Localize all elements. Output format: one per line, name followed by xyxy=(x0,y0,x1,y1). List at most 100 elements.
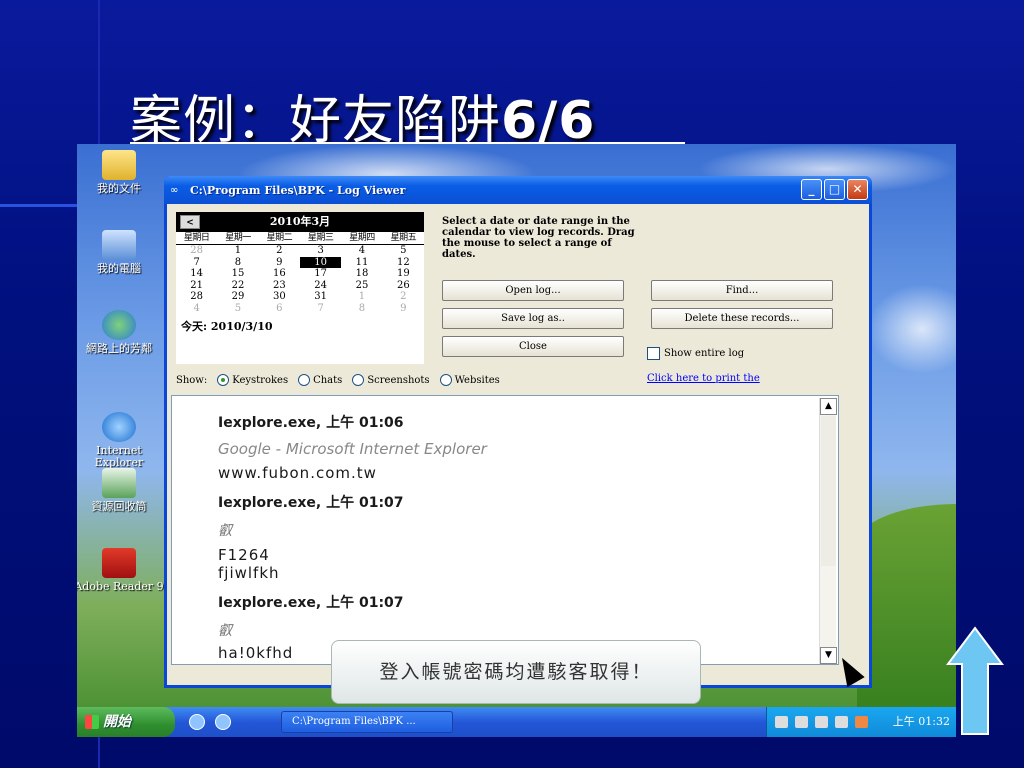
checkbox-box[interactable] xyxy=(647,347,660,360)
adobe-reader-icon xyxy=(102,548,136,578)
calendar-day[interactable]: 4 xyxy=(176,303,217,315)
calendar-day[interactable]: 24 xyxy=(300,280,341,292)
cloud xyxy=(867,284,956,374)
calendar-day[interactable]: 30 xyxy=(259,291,300,303)
radio-dot[interactable] xyxy=(439,374,452,386)
calendar-day[interactable]: 22 xyxy=(217,280,258,292)
calendar-day[interactable]: 25 xyxy=(341,280,382,292)
calendar-day[interactable]: 3 xyxy=(300,245,341,257)
desktop-icon-adobe-reader[interactable]: Adobe Reader 9 xyxy=(77,548,164,593)
calendar-day[interactable]: 17 xyxy=(300,268,341,280)
calendar-day[interactable]: 14 xyxy=(176,268,217,280)
antivirus-icon[interactable] xyxy=(855,716,868,728)
maximize-button[interactable]: □ xyxy=(824,179,845,200)
instructions-text: Select a date or date range in the calen… xyxy=(442,216,635,260)
calendar-day[interactable]: 29 xyxy=(217,291,258,303)
calendar-header: < 2010年3月 xyxy=(176,212,424,232)
desktop-icon-my-computer[interactable]: 我的電腦 xyxy=(77,230,164,275)
calendar-day[interactable]: 11 xyxy=(341,257,382,269)
calendar-day[interactable]: 10 xyxy=(299,256,342,268)
radio-dot[interactable] xyxy=(217,374,230,386)
calendar-day[interactable]: 8 xyxy=(341,303,382,315)
log-line: Google - Microsoft Internet Explorer xyxy=(218,440,487,458)
radio-dot[interactable] xyxy=(352,374,365,386)
radio-screenshots[interactable]: Screenshots xyxy=(352,374,430,386)
browser-quicklaunch-icon[interactable] xyxy=(215,714,231,730)
taskbar: 開始 C:\Program Files\BPK ... 上午 01:32 xyxy=(77,707,956,737)
desktop-icon-my-documents[interactable]: 我的文件 xyxy=(77,150,164,195)
calendar-day[interactable]: 7 xyxy=(176,257,217,269)
calendar-day[interactable]: 8 xyxy=(217,257,258,269)
calendar-day[interactable]: 16 xyxy=(259,268,300,280)
calendar: < 2010年3月 星期日 星期一 星期二 星期三 星期四 星期五 28 1 2 3 4 5 7 8 9 10… xyxy=(176,212,424,364)
folder-icon xyxy=(102,150,136,180)
screenshot: 我的文件 我的電腦 網路上的芳鄰 Internet Explorer 資源回收筒… xyxy=(77,144,956,737)
calendar-day[interactable]: 28 xyxy=(176,245,217,257)
close-window-button[interactable]: ✕ xyxy=(847,179,868,200)
taskbar-item-log-viewer[interactable]: C:\Program Files\BPK ... xyxy=(281,711,453,733)
window-titlebar[interactable]: ∞ C:\Program Files\BPK - Log Viewer _ □ … xyxy=(164,176,872,204)
delete-records-button[interactable]: Delete these records... xyxy=(651,308,833,329)
scroll-thumb[interactable] xyxy=(821,416,836,566)
show-entire-log-checkbox[interactable]: Show entire log xyxy=(647,347,744,360)
keyboard-icon[interactable] xyxy=(775,716,788,728)
desktop-icon-network[interactable]: 網路上的芳鄰 xyxy=(77,310,164,355)
calendar-prev-button[interactable]: < xyxy=(180,215,200,229)
print-link[interactable]: Click here to print the xyxy=(647,373,760,384)
start-button[interactable]: 開始 xyxy=(77,707,175,737)
calendar-day[interactable]: 1 xyxy=(341,291,382,303)
calendar-day[interactable]: 18 xyxy=(341,268,382,280)
log-viewer-window: ∞ C:\Program Files\BPK - Log Viewer _ □ … xyxy=(164,176,872,688)
network-tray-icon[interactable] xyxy=(795,716,808,728)
calendar-day[interactable]: 2 xyxy=(259,245,300,257)
calendar-month-label: 2010年3月 xyxy=(269,215,331,228)
safely-remove-icon[interactable] xyxy=(815,716,828,728)
calendar-day[interactable]: 21 xyxy=(176,280,217,292)
radio-websites[interactable]: Websites xyxy=(439,374,500,386)
log-output[interactable]: Iexplore.exe, 上午 01:06 Google - Microsof… xyxy=(171,395,839,665)
calendar-day[interactable]: 1 xyxy=(217,245,258,257)
calendar-day[interactable]: 5 xyxy=(383,245,424,257)
calendar-day[interactable]: 6 xyxy=(259,303,300,315)
calendar-day[interactable]: 12 xyxy=(383,257,424,269)
scroll-up-arrow-icon[interactable]: ▲ xyxy=(820,398,837,415)
calendar-day[interactable]: 15 xyxy=(217,268,258,280)
calendar-weekday: 星期二 xyxy=(258,232,300,245)
calendar-day[interactable]: 9 xyxy=(383,303,424,315)
calendar-day[interactable]: 2 xyxy=(383,291,424,303)
log-line: Iexplore.exe, 上午 01:07 xyxy=(218,495,404,511)
desktop-icon-recycle-bin[interactable]: 資源回收筒 xyxy=(77,468,164,513)
open-log-button[interactable]: Open log... xyxy=(442,280,624,301)
taskbar-clock[interactable]: 上午 01:32 xyxy=(893,707,950,737)
show-filter: Show: Keystrokes Chats Screenshots Websi… xyxy=(176,374,500,386)
log-line: 叡 xyxy=(218,523,232,539)
log-scrollbar[interactable]: ▲ ▼ xyxy=(819,398,837,664)
calendar-day[interactable]: 5 xyxy=(217,303,258,315)
calendar-today[interactable]: 今天: 2010/3/10 xyxy=(176,318,424,334)
radio-dot[interactable] xyxy=(298,374,311,386)
app-icon: ∞ xyxy=(170,184,179,196)
calendar-day[interactable]: 4 xyxy=(341,245,382,257)
minimize-button[interactable]: _ xyxy=(801,179,822,200)
calendar-day[interactable]: 26 xyxy=(383,280,424,292)
calendar-day[interactable]: 23 xyxy=(259,280,300,292)
ie-quicklaunch-icon[interactable] xyxy=(189,714,205,730)
close-button[interactable]: Close xyxy=(442,336,624,357)
calendar-weekday: 星期四 xyxy=(341,232,383,245)
log-line: F1264 xyxy=(218,546,270,564)
desktop-icon-internet-explorer[interactable]: Internet Explorer xyxy=(77,412,164,469)
show-entire-log-label: Show entire log xyxy=(664,348,745,359)
radio-chats[interactable]: Chats xyxy=(298,374,342,386)
calendar-day[interactable]: 9 xyxy=(259,257,300,269)
calendar-weekday: 星期五 xyxy=(382,232,424,245)
find-button[interactable]: Find... xyxy=(651,280,833,301)
calendar-day[interactable]: 31 xyxy=(300,291,341,303)
window-title: C:\Program Files\BPK - Log Viewer xyxy=(190,183,406,197)
calendar-day[interactable]: 7 xyxy=(300,303,341,315)
radio-keystrokes[interactable]: Keystrokes xyxy=(217,374,288,386)
expand-tray-icon[interactable] xyxy=(835,716,848,728)
up-arrow-icon[interactable] xyxy=(946,626,1004,736)
calendar-day[interactable]: 28 xyxy=(176,291,217,303)
save-log-as-button[interactable]: Save log as.. xyxy=(442,308,624,329)
calendar-day[interactable]: 19 xyxy=(383,268,424,280)
